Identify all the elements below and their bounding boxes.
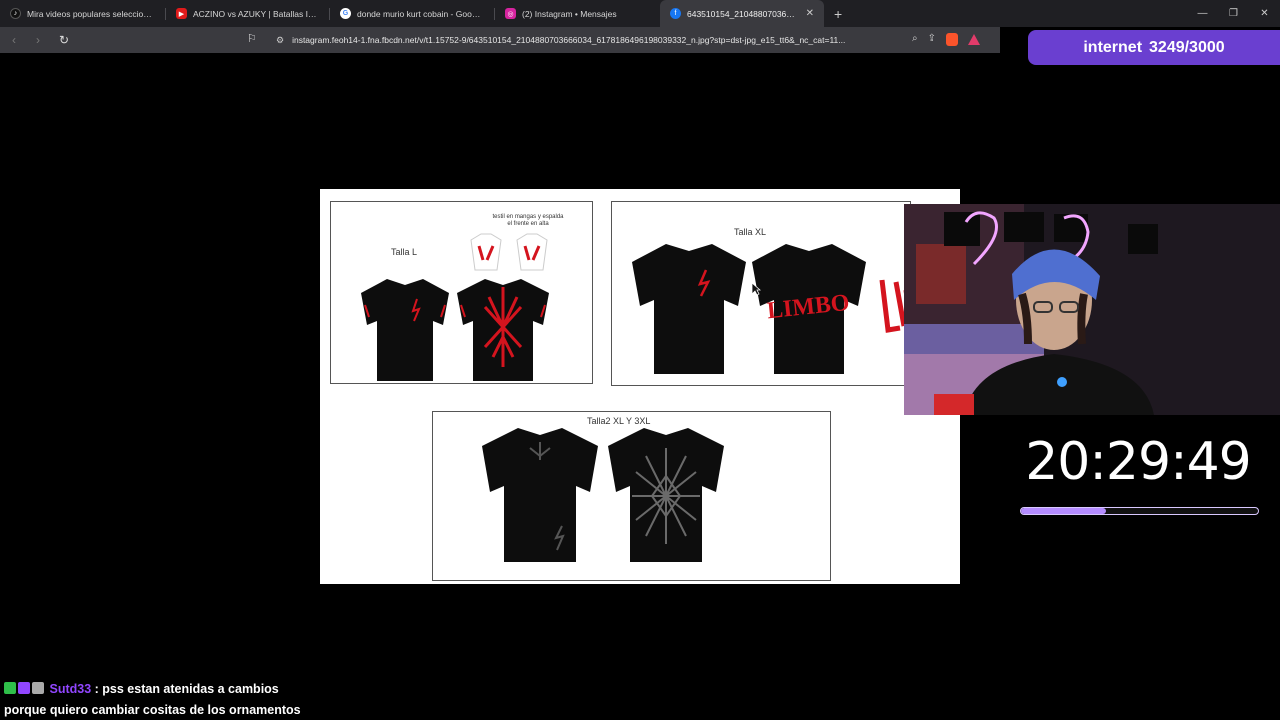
sub-badge-icon (18, 682, 30, 694)
internet-counter: internet 3249/3000 (1028, 30, 1280, 65)
webcam-feed (904, 204, 1280, 415)
restore-icon[interactable]: ❐ (1218, 8, 1249, 19)
chat-username[interactable]: Sutd33 (49, 682, 91, 696)
back-icon[interactable]: ‹ (4, 33, 24, 47)
zoom-icon[interactable]: ⌕ (912, 33, 918, 46)
mouse-cursor (751, 282, 761, 296)
tab-google[interactable]: G donde murio kurt cobain - Google Se (330, 0, 494, 27)
address-bar[interactable]: ⚙ instagram.feoh14-1.fna.fbcdn.net/v/t1.… (272, 30, 990, 50)
tab-tiktok[interactable]: ♪ Mira videos populares seleccionados (0, 0, 165, 27)
brave-shields-icon[interactable] (946, 33, 958, 46)
new-tab-icon[interactable]: + (834, 6, 842, 22)
brave-rewards-icon[interactable] (968, 34, 980, 45)
close-tab-icon[interactable]: ✕ (806, 8, 814, 19)
design-box-talla-l: Talla L testil en mangas y espalda el fr… (330, 201, 593, 384)
timer-progress-bar (1020, 507, 1259, 515)
shirt-front-l (361, 279, 449, 381)
stream-timer: 20:29:49 (1025, 432, 1252, 492)
minimize-icon[interactable]: — (1187, 8, 1218, 19)
viewed-image[interactable]: Talla L testil en mangas y espalda el fr… (320, 189, 960, 584)
shirt-back-xl: LIMBO (752, 244, 866, 374)
tab-bar: ♪ Mira videos populares seleccionados ▶ … (0, 0, 1280, 27)
talla-2xl-3xl-label: Talla2 XL Y 3XL (587, 416, 651, 426)
shirt-back-2xl (608, 428, 724, 562)
check-badge-icon (4, 682, 16, 694)
bits-badge-icon (32, 682, 44, 694)
design-box-talla-xl: Talla XL LIMBO (611, 201, 912, 386)
timer-progress-fill (1021, 508, 1107, 514)
tab-instagram[interactable]: ◎ (2) Instagram • Mensajes (495, 0, 660, 27)
instagram-icon: ◎ (505, 8, 516, 19)
webcam-scene (904, 204, 1280, 415)
reload-icon[interactable]: ↻ (54, 33, 74, 47)
forward-icon[interactable]: › (28, 33, 48, 47)
browser-toolbar: ‹ › ↻ ⚐ ⚙ instagram.feoh14-1.fna.fbcdn.n… (0, 27, 1000, 53)
shirt-back-l (457, 279, 549, 381)
shirt-front-xl (632, 244, 746, 374)
tab-image-active[interactable]: f 643510154_210488070366603… ✕ (660, 0, 824, 27)
close-window-icon[interactable]: ✕ (1249, 8, 1280, 19)
youtube-icon: ▶ (176, 8, 187, 19)
shirt-front-2xl (482, 428, 598, 562)
design-box-talla-2xl-3xl: Talla2 XL Y 3XL (432, 411, 831, 581)
internet-label: internet (1083, 38, 1143, 56)
bookmark-icon[interactable]: ⚐ (247, 32, 257, 45)
design-note: testil en mangas y espalda el frente en … (492, 214, 564, 227)
google-icon: G (340, 8, 351, 19)
facebook-icon: f (670, 8, 681, 19)
site-info-icon[interactable]: ⚙ (276, 35, 284, 46)
screen: ♪ Mira videos populares seleccionados ▶ … (0, 0, 1280, 720)
share-icon[interactable]: ⇪ (928, 33, 936, 46)
tab-youtube[interactable]: ▶ ACZINO vs AZUKY | Batallas Inmortal (166, 0, 329, 27)
talla-l-label: Talla L (391, 247, 418, 257)
chat-message: Sutd33 : pss estan atenidas a cambios po… (4, 679, 324, 720)
url-text[interactable]: instagram.feoh14-1.fna.fbcdn.net/v/t1.15… (292, 35, 892, 45)
window-controls: — ❐ ✕ (1187, 0, 1280, 27)
talla-xl-label: Talla XL (734, 227, 767, 237)
internet-count: 3249/3000 (1149, 38, 1225, 56)
tiktok-icon: ♪ (10, 8, 21, 19)
sleeve-sketch (470, 233, 548, 271)
